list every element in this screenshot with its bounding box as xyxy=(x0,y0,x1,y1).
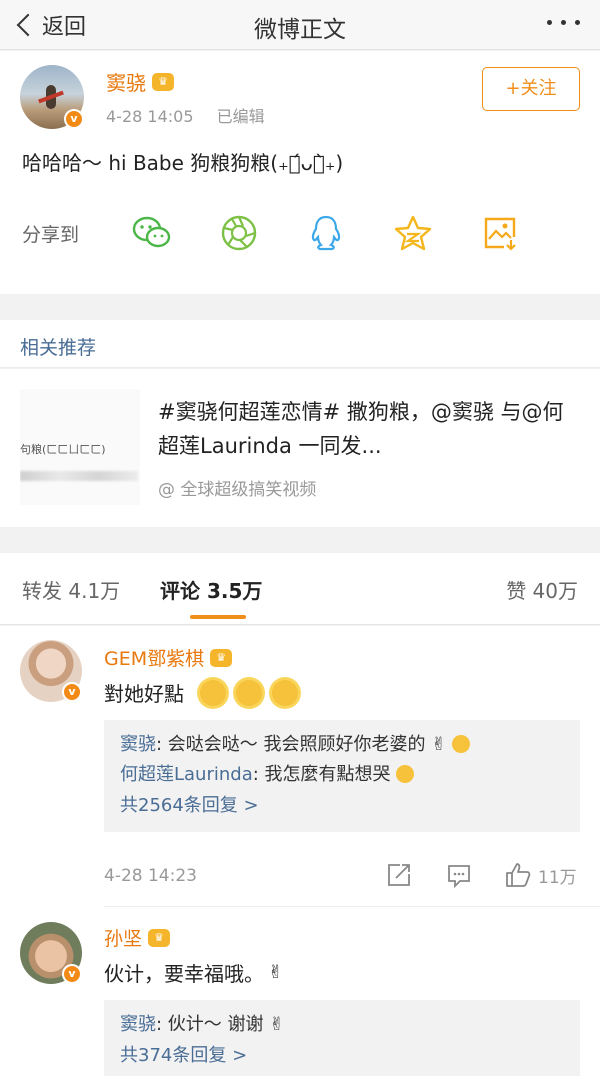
related-source: @ 全球超级搞笑视频 xyxy=(158,480,317,500)
comment-text: 伙计，要幸福哦。 ✌ xyxy=(104,958,283,987)
reply-text: : 我怎麼有點想哭 xyxy=(252,764,391,785)
reply-box[interactable]: 窦骁: 伙计～ 谢谢 ✌ 共374条回复 > xyxy=(104,1000,580,1076)
divider xyxy=(104,906,600,907)
finger-heart-icon: ✌ xyxy=(268,962,284,983)
post-content: 哈哈哈～ hi Babe 狗粮狗粮(₊๑́ᴗ๑̀₊) xyxy=(22,151,344,175)
comment-icon[interactable] xyxy=(446,862,472,888)
related-heading: 相关推荐 xyxy=(20,337,97,359)
reply-box[interactable]: 窦骁: 会哒会哒～ 我会照顾好你老婆的 ✌ 何超莲Laurinda: 我怎麼有點… xyxy=(104,720,580,832)
like-count: 11万 xyxy=(538,867,577,888)
comment-time: 4-28 14:23 xyxy=(104,866,197,886)
reply-line: 何超莲Laurinda: 我怎麼有點想哭 xyxy=(120,760,564,790)
nav-bar: 返回 微博正文 xyxy=(0,0,600,50)
tab-comments[interactable]: 评论 3.5万 xyxy=(160,575,262,604)
back-button[interactable]: 返回 xyxy=(14,8,86,42)
save-image-icon[interactable] xyxy=(480,213,520,253)
moments-icon[interactable] xyxy=(219,213,259,253)
finger-heart-icon: ✌ xyxy=(269,1014,285,1035)
comment-author[interactable]: 孙坚 ♛ xyxy=(104,924,171,951)
related-header: 相关推荐 xyxy=(0,320,600,368)
sun-emoji-icon xyxy=(236,679,262,706)
reply-author[interactable]: 窦骁 xyxy=(120,1014,156,1035)
reply-text: : 伙计～ 谢谢 xyxy=(156,1014,264,1035)
verified-icon: v xyxy=(62,682,82,702)
tab-reposts[interactable]: 转发 4.1万 xyxy=(22,575,120,604)
comment-author-name[interactable]: GEM鄧紫棋 xyxy=(104,644,204,671)
vip-crown-icon: ♛ xyxy=(148,928,171,947)
post-author[interactable]: 窦骁 ♛ xyxy=(106,67,174,96)
more-icon[interactable] xyxy=(547,20,580,25)
verified-icon: v xyxy=(62,964,82,984)
comment-body: 對她好點 xyxy=(104,682,184,706)
qzone-icon[interactable] xyxy=(393,213,433,253)
like-icon xyxy=(506,863,531,887)
comment-list: v GEM鄧紫棋 ♛ 對她好點 窦骁: 会哒会哒～ 我会照顾好你老婆的 ✌ 何超… xyxy=(0,626,600,1079)
follow-button[interactable]: +关注 xyxy=(482,67,580,111)
comment-footer: 4-28 14:23 11万 xyxy=(104,862,580,892)
thumbnail-caption: 句粮(ㄈㄈㄩㄈㄈ) xyxy=(20,443,106,456)
verified-icon: v xyxy=(64,109,84,129)
victory-hand-icon: ✌ xyxy=(431,734,447,755)
author-name[interactable]: 窦骁 xyxy=(106,67,146,96)
comment-body: 伙计，要幸福哦。 xyxy=(104,962,264,986)
post-card: v 窦骁 ♛ 4-28 14:05 已编辑 +关注 哈哈哈～ hi Babe 狗… xyxy=(0,51,600,294)
comment-author[interactable]: GEM鄧紫棋 ♛ xyxy=(104,644,233,671)
page-title: 微博正文 xyxy=(254,17,346,43)
back-label: 返回 xyxy=(42,15,87,40)
related-thumbnail[interactable]: 句粮(ㄈㄈㄩㄈㄈ) xyxy=(20,389,140,505)
vip-crown-icon: ♛ xyxy=(210,648,233,667)
reply-line: 窦骁: 会哒会哒～ 我会照顾好你老婆的 ✌ xyxy=(120,730,564,760)
reply-text: : 会哒会哒～ 我会照顾好你老婆的 xyxy=(156,734,426,755)
reply-author[interactable]: 窦骁 xyxy=(120,734,156,755)
related-title[interactable]: #窦骁何超莲恋情# 撒狗粮，@窦骁 与@何超莲Laurinda 一同发... xyxy=(158,395,578,463)
tab-indicator xyxy=(190,615,246,619)
reply-line: 窦骁: 伙计～ 谢谢 ✌ xyxy=(120,1010,564,1040)
chevron-left-icon xyxy=(16,13,40,37)
tab-bar: 转发 4.1万 评论 3.5万 赞 40万 xyxy=(0,553,600,625)
comment-text: 對她好點 xyxy=(104,678,304,707)
qq-icon[interactable] xyxy=(306,213,346,253)
smile-emoji-icon xyxy=(452,735,471,753)
vip-crown-icon: ♛ xyxy=(152,72,174,91)
more-replies-link[interactable]: 共2564条回复 > xyxy=(120,790,564,822)
wechat-icon[interactable] xyxy=(132,213,172,253)
share-row: 分享到 xyxy=(22,213,582,253)
post-meta: 4-28 14:05 已编辑 xyxy=(106,103,283,127)
comment-author-name[interactable]: 孙坚 xyxy=(104,924,142,951)
share-icon[interactable] xyxy=(386,862,412,888)
post-time: 4-28 14:05 xyxy=(106,107,194,126)
cry-emoji-icon xyxy=(396,765,415,783)
sun-emoji-icon xyxy=(200,679,226,706)
tab-likes[interactable]: 赞 40万 xyxy=(506,575,578,604)
like-button[interactable]: 11万 xyxy=(504,862,577,888)
reply-author[interactable]: 何超莲Laurinda xyxy=(120,764,253,785)
edited-label: 已编辑 xyxy=(216,107,265,126)
more-replies-link[interactable]: 共374条回复 > xyxy=(120,1040,564,1072)
related-card[interactable]: 句粮(ㄈㄈㄩㄈㄈ) #窦骁何超莲恋情# 撒狗粮，@窦骁 与@何超莲Laurind… xyxy=(0,369,600,527)
sun-emoji-icon xyxy=(272,679,298,706)
share-label: 分享到 xyxy=(22,223,80,246)
